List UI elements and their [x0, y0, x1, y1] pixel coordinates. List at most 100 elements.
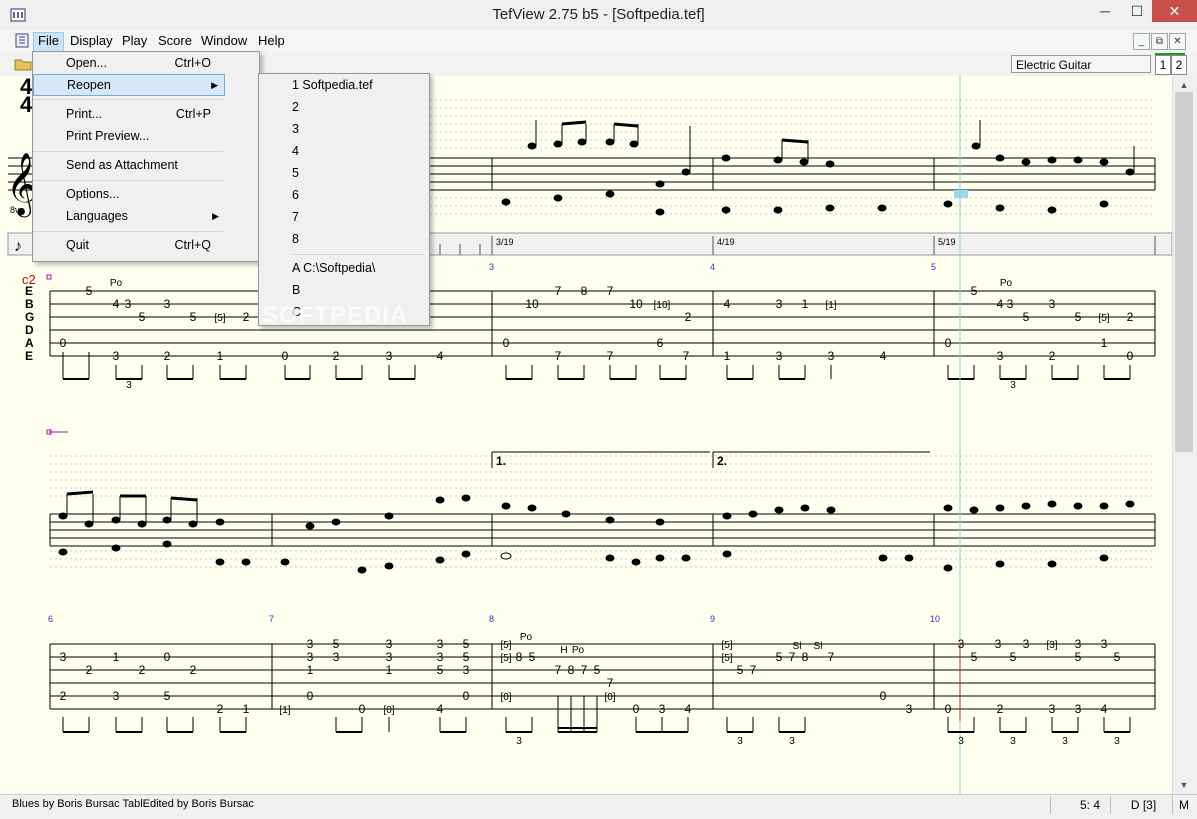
menu-help[interactable]: Help [254, 32, 289, 50]
svg-text:[5]: [5] [214, 313, 225, 324]
status-key: D [3] [1110, 796, 1170, 814]
measure-number-7: 7 [269, 614, 274, 624]
svg-text:4: 4 [724, 297, 731, 311]
svg-text:4: 4 [437, 702, 444, 716]
svg-text:3: 3 [113, 349, 120, 363]
scroll-up-icon[interactable]: ▲ [1176, 78, 1192, 92]
watermark: SOFTPEDIA [262, 302, 409, 329]
svg-text:3: 3 [125, 297, 132, 311]
svg-text:2: 2 [139, 663, 146, 677]
svg-text:[3]: [3] [1046, 640, 1057, 651]
instrument-select[interactable]: Electric Guitar [1011, 55, 1151, 73]
svg-text:3: 3 [906, 702, 913, 716]
menu-score[interactable]: Score [154, 32, 196, 50]
svg-text:E: E [25, 349, 33, 363]
reopen-item-4[interactable]: 4 [292, 140, 299, 162]
menu-item-options[interactable]: Options... [33, 183, 225, 205]
reopen-folder-a[interactable]: A C:\Softpedia\ [292, 257, 375, 279]
tab-numbers-2: 3 2 1 2 0 2 2 3 5 2 1 3 3 3 1 3 3 1 3 3 … [60, 637, 1121, 716]
svg-text:0: 0 [503, 336, 510, 350]
svg-text:2: 2 [1127, 310, 1134, 324]
svg-text:3: 3 [776, 349, 783, 363]
tuning-labels: EB GD AE [25, 284, 34, 363]
svg-text:5: 5 [86, 284, 93, 298]
menu-item-open[interactable]: Open... Ctrl+O [33, 52, 225, 74]
open-folder-icon[interactable] [14, 57, 32, 71]
menu-play[interactable]: Play [118, 32, 151, 50]
reopen-folder-b[interactable]: B [292, 279, 300, 301]
measure-number-8: 8 [489, 614, 494, 624]
svg-text:3: 3 [1075, 637, 1082, 651]
track-2-button[interactable]: 2 [1171, 55, 1187, 75]
svg-text:5: 5 [190, 310, 197, 324]
reopen-item-2[interactable]: 2 [292, 96, 299, 118]
svg-text:4: 4 [437, 349, 444, 363]
triplet-mark-1: 3 [126, 380, 132, 391]
menu-item-print-preview[interactable]: Print Preview... [33, 125, 225, 147]
svg-text:0: 0 [1127, 349, 1134, 363]
reopen-item-8[interactable]: 8 [292, 228, 299, 250]
svg-text:0: 0 [463, 689, 470, 703]
svg-text:7: 7 [607, 349, 614, 363]
window-title: TefView 2.75 b5 - [Softpedia.tef] [492, 6, 705, 23]
svg-text:[1]: [1] [279, 705, 290, 716]
reopen-item-7[interactable]: 7 [292, 206, 299, 228]
svg-text:0: 0 [880, 689, 887, 703]
reopen-item-5[interactable]: 5 [292, 162, 299, 184]
measure-number-9: 9 [710, 614, 715, 624]
svg-text:3: 3 [1049, 702, 1056, 716]
svg-text:3: 3 [60, 650, 67, 664]
minimize-button[interactable]: ─ [1088, 0, 1122, 22]
svg-text:4: 4 [997, 297, 1004, 311]
svg-text:5: 5 [437, 663, 444, 677]
menu-file[interactable]: File [33, 32, 64, 52]
reopen-item-1[interactable]: 1 Softpedia.tef [292, 74, 373, 96]
tab-numbers-1: 5 4 3 3 5 5 [5] 2 0 3 2 1 0 2 3 4 7 8 7 … [60, 284, 1134, 363]
svg-text:3: 3 [1075, 702, 1082, 716]
svg-text:5: 5 [971, 284, 978, 298]
mdi-restore-button[interactable]: ⧉ [1151, 33, 1168, 50]
mdi-minimize-button[interactable]: _ [1133, 33, 1150, 50]
ending-2: 2. [717, 454, 727, 468]
svg-text:0: 0 [60, 336, 67, 350]
measure-number-10: 10 [930, 614, 940, 624]
scroll-down-icon[interactable]: ▼ [1176, 778, 1192, 792]
measure-number-5: 5 [931, 262, 936, 272]
triplet-mark-2: 3 [1010, 380, 1016, 391]
svg-text:3: 3 [789, 736, 795, 747]
reopen-item-3[interactable]: 3 [292, 118, 299, 140]
svg-text:3: 3 [1101, 637, 1108, 651]
svg-text:2: 2 [685, 310, 692, 324]
svg-text:5: 5 [333, 637, 340, 651]
svg-text:7: 7 [683, 349, 690, 363]
ending-1: 1. [496, 454, 506, 468]
svg-text:8: 8 [568, 663, 575, 677]
reopen-item-6[interactable]: 6 [292, 184, 299, 206]
svg-text:3: 3 [1049, 297, 1056, 311]
menu-item-print[interactable]: Print... Ctrl+P [33, 103, 225, 125]
menu-display[interactable]: Display [66, 32, 117, 50]
technique-sl-1: Sl [793, 641, 802, 652]
menu-item-languages[interactable]: Languages ▶ [33, 205, 225, 227]
scrollbar-thumb[interactable] [1175, 92, 1193, 452]
svg-text:1: 1 [113, 650, 120, 664]
svg-text:5: 5 [776, 650, 783, 664]
menu-item-reopen[interactable]: Reopen ▶ [33, 74, 225, 96]
svg-text:[0]: [0] [500, 692, 511, 703]
technique-po-1: Po [110, 278, 123, 289]
maximize-button[interactable]: ☐ [1122, 0, 1152, 22]
menu-item-quit[interactable]: Quit Ctrl+Q [33, 234, 225, 256]
menu-item-send-attachment[interactable]: Send as Attachment [33, 154, 225, 176]
track-1-button[interactable]: 1 [1155, 55, 1171, 75]
svg-text:[5]: [5] [500, 653, 511, 664]
svg-text:B: B [25, 297, 34, 311]
menu-window[interactable]: Window [197, 32, 251, 50]
document-icon[interactable] [14, 33, 30, 48]
svg-text:3: 3 [776, 297, 783, 311]
svg-text:3: 3 [1114, 736, 1120, 747]
svg-text:3: 3 [307, 650, 314, 664]
close-button[interactable]: ✕ [1152, 0, 1197, 22]
measure-number-6: 6 [48, 614, 53, 624]
mdi-close-button[interactable]: ✕ [1169, 33, 1186, 50]
technique-po-2: Po [1000, 278, 1013, 289]
